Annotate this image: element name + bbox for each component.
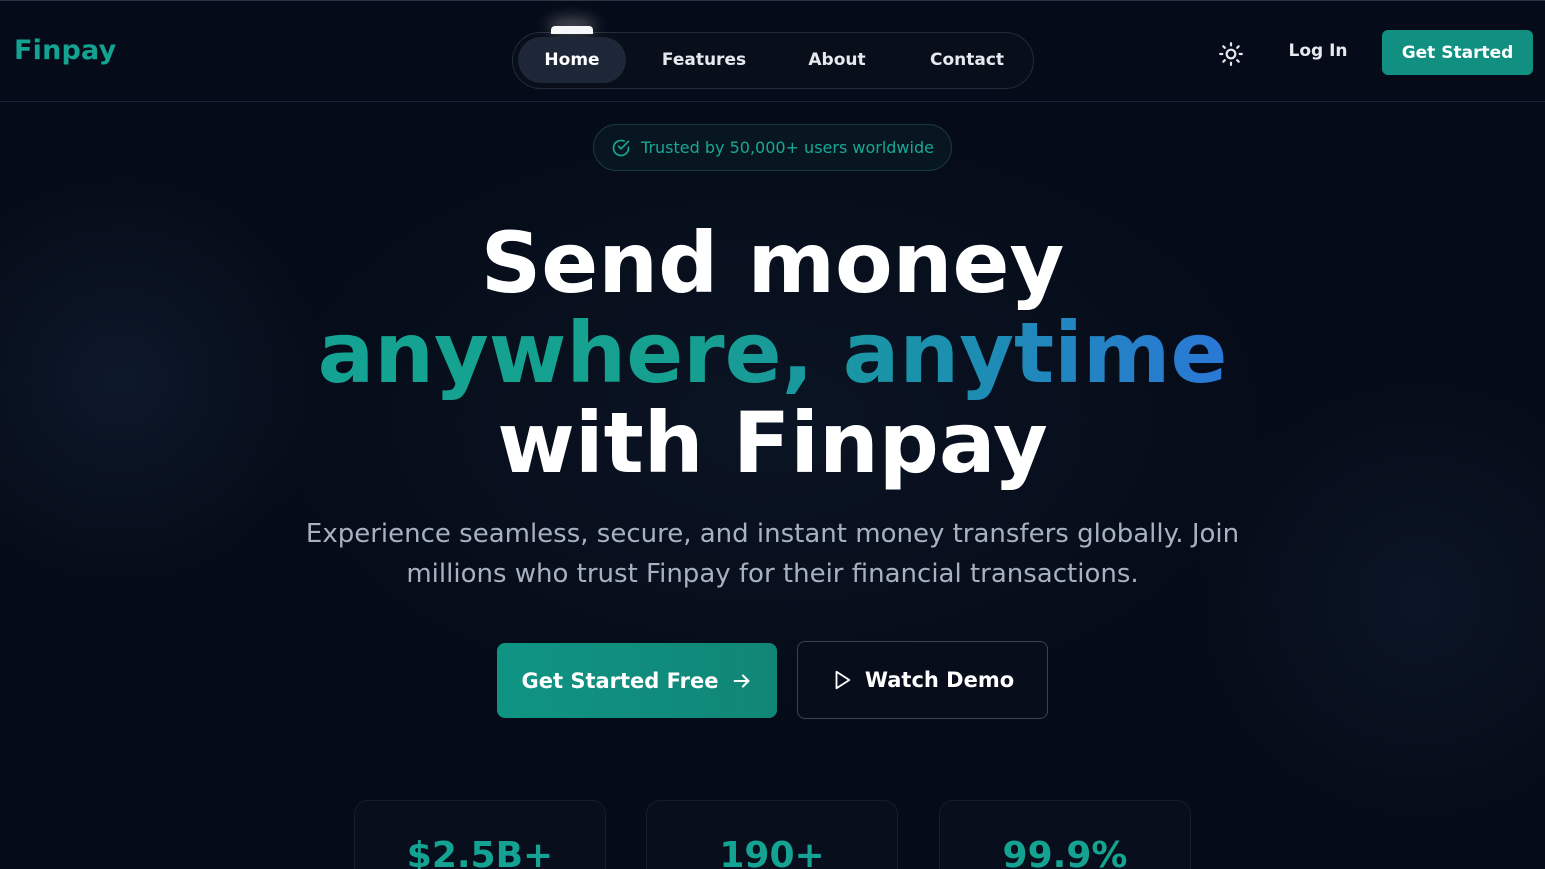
trust-badge: Trusted by 50,000+ users worldwide: [593, 124, 952, 171]
nav-item-features[interactable]: Features: [650, 37, 758, 83]
get-started-free-label: Get Started Free: [521, 668, 719, 693]
hero-title-line-2: anywhere, anytime: [0, 308, 1545, 398]
hero-title-line-1: Send money: [480, 214, 1065, 312]
nav-item-home[interactable]: Home: [518, 37, 626, 83]
watch-demo-label: Watch Demo: [864, 668, 1015, 692]
active-indicator-glow: [551, 26, 593, 34]
login-link[interactable]: Log In: [1283, 41, 1353, 67]
stat-card-uptime: 99.9%: [939, 800, 1191, 869]
nav-item-about[interactable]: About: [784, 37, 890, 83]
stat-value: 99.9%: [1002, 835, 1128, 869]
stat-value: $2.5B+: [406, 835, 554, 869]
check-circle-icon: [612, 139, 630, 156]
nav-item-contact[interactable]: Contact: [914, 37, 1020, 83]
stat-card-countries: 190+: [646, 800, 898, 869]
get-started-button[interactable]: Get Started: [1382, 30, 1533, 75]
get-started-free-button[interactable]: Get Started Free: [497, 643, 777, 718]
watch-demo-button[interactable]: Watch Demo: [797, 641, 1048, 719]
play-icon: [835, 670, 851, 690]
stat-card-volume: $2.5B+: [354, 800, 606, 869]
navbar: Finpay Home Features About Contact Log I…: [0, 0, 1545, 102]
sun-icon: [1219, 42, 1243, 66]
trust-badge-text: Trusted by 50,000+ users worldwide: [641, 138, 934, 157]
hero-title-line-3: with Finpay: [497, 394, 1048, 492]
arrow-right-icon: [733, 673, 749, 688]
theme-toggle-button[interactable]: [1215, 38, 1247, 70]
hero-subtitle: Experience seamless, secure, and instant…: [305, 519, 1240, 589]
stat-value: 190+: [719, 835, 825, 869]
brand-logo[interactable]: Finpay: [14, 35, 116, 66]
hero-title-highlight: anywhere, anytime: [317, 304, 1228, 402]
